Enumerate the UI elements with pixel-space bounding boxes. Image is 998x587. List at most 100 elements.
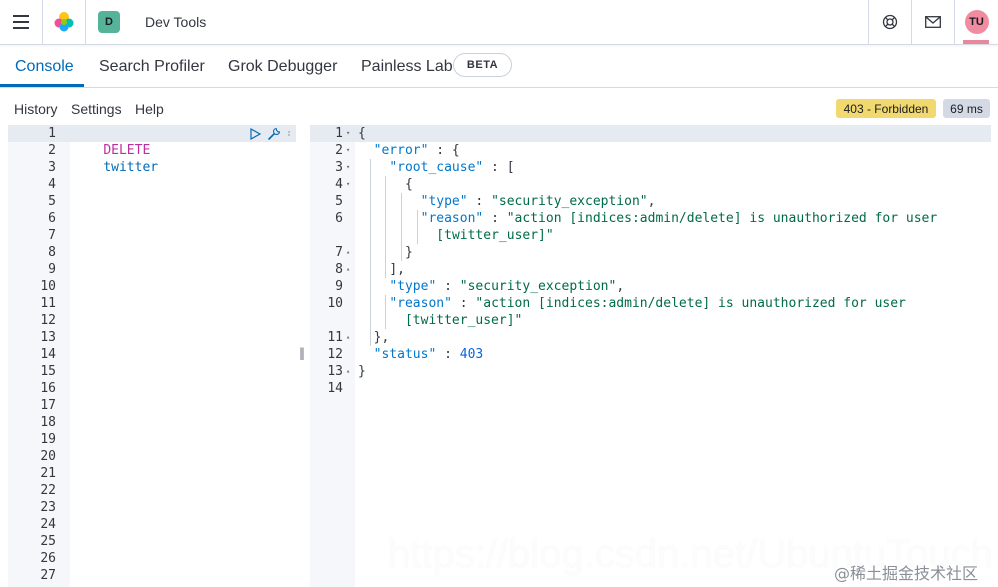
json-token: { [404, 177, 413, 192]
line-number: 8 [335, 262, 343, 277]
json-token: [twitter_user]" [404, 313, 523, 328]
fold-end-icon[interactable]: ▴ [346, 244, 350, 261]
line-number: 23 [40, 500, 56, 515]
response-line: "type" : "security_exception", [421, 193, 656, 210]
line-number: 11 [40, 296, 56, 311]
line-number: 7 [335, 245, 343, 260]
line-number: 13 [327, 364, 343, 379]
panel-resize-handle[interactable]: ‖ [299, 346, 305, 360]
json-token: "type" [420, 194, 468, 209]
json-token: , [616, 279, 625, 294]
page-title: Dev Tools [145, 14, 207, 30]
line-number: 25 [40, 534, 56, 549]
active-line-highlight [310, 125, 991, 142]
help-link[interactable]: Help [135, 101, 164, 117]
json-token: "status" [373, 347, 437, 362]
response-line: "root_cause" : [ [389, 159, 514, 176]
elastic-logo-icon [54, 12, 74, 32]
line-number: 11 [327, 330, 343, 345]
avatar: TU [964, 10, 989, 34]
avatar-indicator-bar [963, 40, 989, 44]
line-number: 1 [335, 126, 343, 141]
tab-console[interactable]: Console [15, 45, 74, 88]
response-line: } [358, 363, 366, 380]
response-line: [twitter_user]" [405, 312, 522, 329]
request-index: twitter [103, 160, 159, 175]
fold-expanded-icon[interactable]: ▾ [346, 142, 350, 159]
json-token: } [404, 245, 413, 260]
request-method: DELETE [103, 143, 151, 158]
response-line: }, [374, 329, 390, 346]
top-header: D Dev Tools TU [0, 0, 998, 45]
line-number: 12 [40, 313, 56, 328]
mail-icon [925, 16, 941, 28]
line-number: 10 [40, 279, 56, 294]
json-token: : { [428, 143, 460, 158]
json-token: : [ [483, 160, 515, 175]
json-token: "security_exception" [491, 194, 648, 209]
line-number: 20 [40, 449, 56, 464]
elastic-logo[interactable] [43, 0, 86, 44]
line-number: 2 [48, 143, 56, 158]
json-token: "action [indices:admin/delete] is unauth… [475, 296, 906, 311]
json-token: }, [373, 330, 390, 345]
line-number: 7 [48, 228, 56, 243]
fold-end-icon[interactable]: ▴ [346, 329, 350, 346]
fold-expanded-icon[interactable]: ▾ [346, 125, 350, 142]
json-token: "root_cause" [389, 160, 484, 175]
request-time-badge: 69 ms [943, 99, 990, 118]
response-line: { [405, 176, 413, 193]
history-link[interactable]: History [14, 101, 58, 117]
menu-button[interactable] [0, 0, 43, 44]
indent-guide [416, 210, 418, 244]
tab-search-profiler[interactable]: Search Profiler [99, 45, 205, 88]
active-tab-indicator [0, 84, 84, 87]
tab-grok-debugger[interactable]: Grok Debugger [228, 45, 337, 88]
line-number: 12 [327, 347, 343, 362]
indent-guide [385, 295, 387, 329]
user-menu-button[interactable]: TU [954, 0, 998, 44]
line-number: 27 [40, 568, 56, 583]
help-menu-button[interactable] [868, 0, 911, 44]
line-number: 14 [327, 381, 343, 396]
line-number: 5 [48, 194, 56, 209]
json-token: 403 [459, 347, 484, 362]
request-line[interactable]: DELETE twitter [72, 125, 158, 175]
space-selector[interactable]: D [86, 0, 132, 44]
fold-end-icon[interactable]: ▴ [346, 261, 350, 278]
json-token: } [358, 364, 366, 379]
json-token: ], [389, 262, 405, 277]
status-badge: 403 - Forbidden [836, 99, 936, 118]
wrench-icon[interactable] [267, 127, 281, 141]
json-token: , [647, 194, 656, 209]
fold-expanded-icon[interactable]: ▾ [346, 176, 350, 193]
request-editor[interactable]: 1 2 3 4 5 6 7 8 9 10 11 12 13 14 15 16 17 18 19 20 21 22 23 24 2… [8, 125, 296, 587]
line-number: 4 [335, 177, 343, 192]
json-token: : [451, 296, 476, 311]
fold-expanded-icon[interactable]: ▾ [346, 159, 350, 176]
fold-end-icon[interactable]: ▴ [346, 363, 350, 380]
response-line: "reason" : "action [indices:admin/delete… [421, 210, 938, 227]
settings-link[interactable]: Settings [71, 101, 122, 117]
line-number: 26 [40, 551, 56, 566]
response-line: "error" : { [374, 142, 460, 159]
json-token: "type" [389, 279, 437, 294]
line-number: 13 [40, 330, 56, 345]
json-token: : [483, 211, 507, 226]
drag-handle-icon[interactable] [287, 130, 291, 138]
newsfeed-button[interactable] [911, 0, 954, 44]
line-number: 9 [48, 262, 56, 277]
line-number: 10 [327, 296, 343, 311]
json-token: : [436, 347, 460, 362]
line-number: 15 [40, 364, 56, 379]
console-toolbar: History Settings Help 403 - Forbidden 69… [0, 97, 998, 121]
play-icon[interactable] [250, 127, 261, 140]
line-number: 3 [335, 160, 343, 175]
response-line: ], [389, 261, 405, 278]
line-number: 6 [335, 211, 343, 226]
json-token: "reason" [389, 296, 452, 311]
line-number: 24 [40, 517, 56, 532]
tab-painless-lab[interactable]: Painless Lab [361, 45, 453, 88]
line-number: 19 [40, 432, 56, 447]
response-line: { [358, 125, 366, 142]
